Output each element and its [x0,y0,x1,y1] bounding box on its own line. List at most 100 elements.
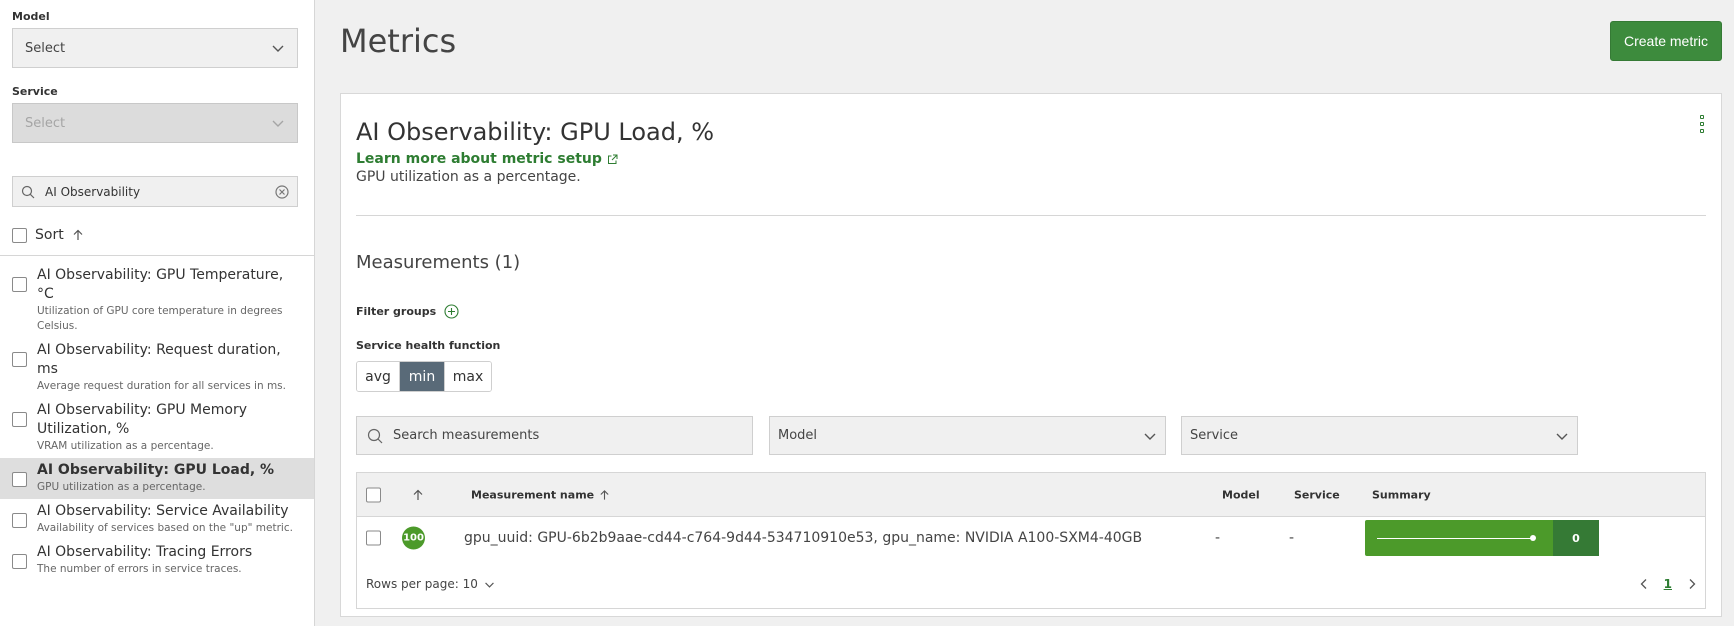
metric-description: The number of errors in service traces. [37,563,242,575]
metric-description: Utilization of GPU core temperature in d… [37,305,283,317]
card-divider [356,215,1706,216]
model-filter-select[interactable]: Model [769,416,1166,455]
sort-label: Sort [35,227,64,243]
measurement-service: - [1289,530,1295,546]
row-checkbox[interactable] [366,530,381,546]
service-select-value: Select [25,115,66,131]
page-title: Metrics [340,22,457,60]
chevron-down-icon [272,120,284,127]
column-header-service[interactable]: Service [1294,488,1340,501]
metric-search-input[interactable]: AI Observability [12,176,298,207]
sparkline-line [1377,538,1531,539]
search-icon [21,185,35,198]
metric-title: Utilization, % [37,421,130,437]
measurement-name[interactable]: gpu_uuid: GPU-6b2b9aae-cd44-c764-9d44-53… [464,530,1142,546]
arrow-up-icon[interactable] [72,229,84,241]
health-option-min[interactable]: min [400,362,445,391]
kebab-menu-icon[interactable] [1697,114,1707,134]
metric-detail-card: AI Observability: GPU Load, % Learn more… [340,93,1722,617]
service-filter-select[interactable]: Service [1181,416,1578,455]
search-icon [367,428,383,443]
metric-checkbox[interactable] [12,412,27,427]
measurement-model: - [1215,530,1221,546]
chevron-down-icon [485,582,494,588]
metric-checkbox[interactable] [12,554,27,569]
metric-description: Average request duration for all service… [37,380,286,392]
model-select[interactable]: Select [12,28,298,68]
model-select-value: Select [25,40,66,56]
column-header-name-label: Measurement name [471,488,595,501]
arrow-up-icon[interactable] [412,489,424,501]
summary-value: 0 [1553,520,1599,556]
table-header: Measurement name Model Service Summary [357,473,1705,517]
metric-detail-title: AI Observability: GPU Load, % [356,118,715,146]
model-label: Model [12,10,50,23]
learn-more-link[interactable]: Learn more about metric setup [356,151,618,167]
service-health-toggle: avg min max [356,361,492,392]
metric-detail-description: GPU utilization as a percentage. [356,169,581,185]
sidebar-divider [0,255,314,256]
metric-list-item[interactable]: AI Observability: Tracing Errors The num… [0,540,314,581]
service-label: Service [12,85,58,98]
model-filter-value: Model [778,428,818,443]
sparkline-chart [1365,520,1553,556]
measurements-table: Measurement name Model Service Summary 1… [356,472,1706,609]
table-footer: Rows per page: 10 1 [357,559,1705,609]
metric-search-value: AI Observability [45,184,141,199]
metric-list-item[interactable]: AI Observability: Request duration, ms A… [0,338,314,398]
filter-groups: Filter groups [356,304,459,319]
rows-per-page-select[interactable]: Rows per page: 10 [366,577,495,591]
summary-sparkline[interactable]: 0 [1365,520,1599,556]
create-metric-button[interactable]: Create metric [1610,21,1722,61]
add-circle-icon[interactable] [444,304,459,319]
metric-title: AI Observability: GPU Load, % [37,462,275,478]
external-link-icon [607,154,618,164]
metric-title: AI Observability: Request duration, ms [37,342,281,377]
select-all-checkbox[interactable] [12,227,27,243]
service-health-label: Service health function [356,339,501,352]
health-option-avg[interactable]: avg [357,362,400,391]
sidebar: Model Select Service Select AI Observabi… [0,0,315,626]
sort-arrow-up-icon [600,489,609,500]
page-number-current[interactable]: 1 [1664,577,1672,591]
metric-list: AI Observability: GPU Temperature, °C Ut… [0,263,314,581]
sort-control[interactable]: Sort [12,227,84,243]
service-filter-value: Service [1190,428,1239,443]
select-all-rows-checkbox[interactable] [366,487,381,502]
chevron-right-icon[interactable] [1686,578,1698,590]
search-measurements-input[interactable]: Search measurements [356,416,753,455]
sparkline-point [1530,535,1536,541]
metric-list-item[interactable]: AI Observability: GPU Memory Utilization… [0,398,314,458]
metric-checkbox[interactable] [12,513,27,528]
search-measurements-placeholder: Search measurements [393,428,540,443]
health-option-max[interactable]: max [445,362,491,391]
metric-description: GPU utilization as a percentage. [37,481,206,493]
metric-checkbox[interactable] [12,277,27,292]
chevron-down-icon [272,45,284,52]
metric-title: AI Observability: GPU Memory [37,402,247,418]
metric-description: VRAM utilization as a percentage. [37,440,214,452]
metric-list-item[interactable]: AI Observability: GPU Temperature, °C Ut… [0,263,314,338]
service-select[interactable]: Select [12,103,298,143]
column-header-name[interactable]: Measurement name [471,488,610,501]
metric-list-item-selected[interactable]: AI Observability: GPU Load, % GPU utiliz… [0,458,314,499]
metric-checkbox[interactable] [12,472,27,487]
metric-title: AI Observability: Tracing Errors [37,544,253,560]
metric-description: Celsius. [37,320,78,332]
rows-per-page-label: Rows per page: 10 [366,577,478,591]
chevron-down-icon [1144,433,1156,440]
measurements-title: Measurements (1) [356,252,521,273]
pagination: 1 [1638,577,1698,591]
column-header-model[interactable]: Model [1222,488,1260,501]
column-header-summary[interactable]: Summary [1372,488,1431,501]
clear-icon[interactable] [275,184,289,199]
health-score-badge: 100 [402,526,425,550]
chevron-down-icon [1556,433,1568,440]
chevron-left-icon[interactable] [1638,578,1650,590]
metric-checkbox[interactable] [12,352,27,367]
metric-list-item[interactable]: AI Observability: Service Availability A… [0,499,314,540]
table-row[interactable]: 100 gpu_uuid: GPU-6b2b9aae-cd44-c764-9d4… [357,517,1705,559]
metric-title: AI Observability: Service Availability [37,503,289,519]
metric-title: AI Observability: GPU Temperature, °C [37,267,284,302]
learn-more-link-text: Learn more about metric setup [356,151,602,167]
